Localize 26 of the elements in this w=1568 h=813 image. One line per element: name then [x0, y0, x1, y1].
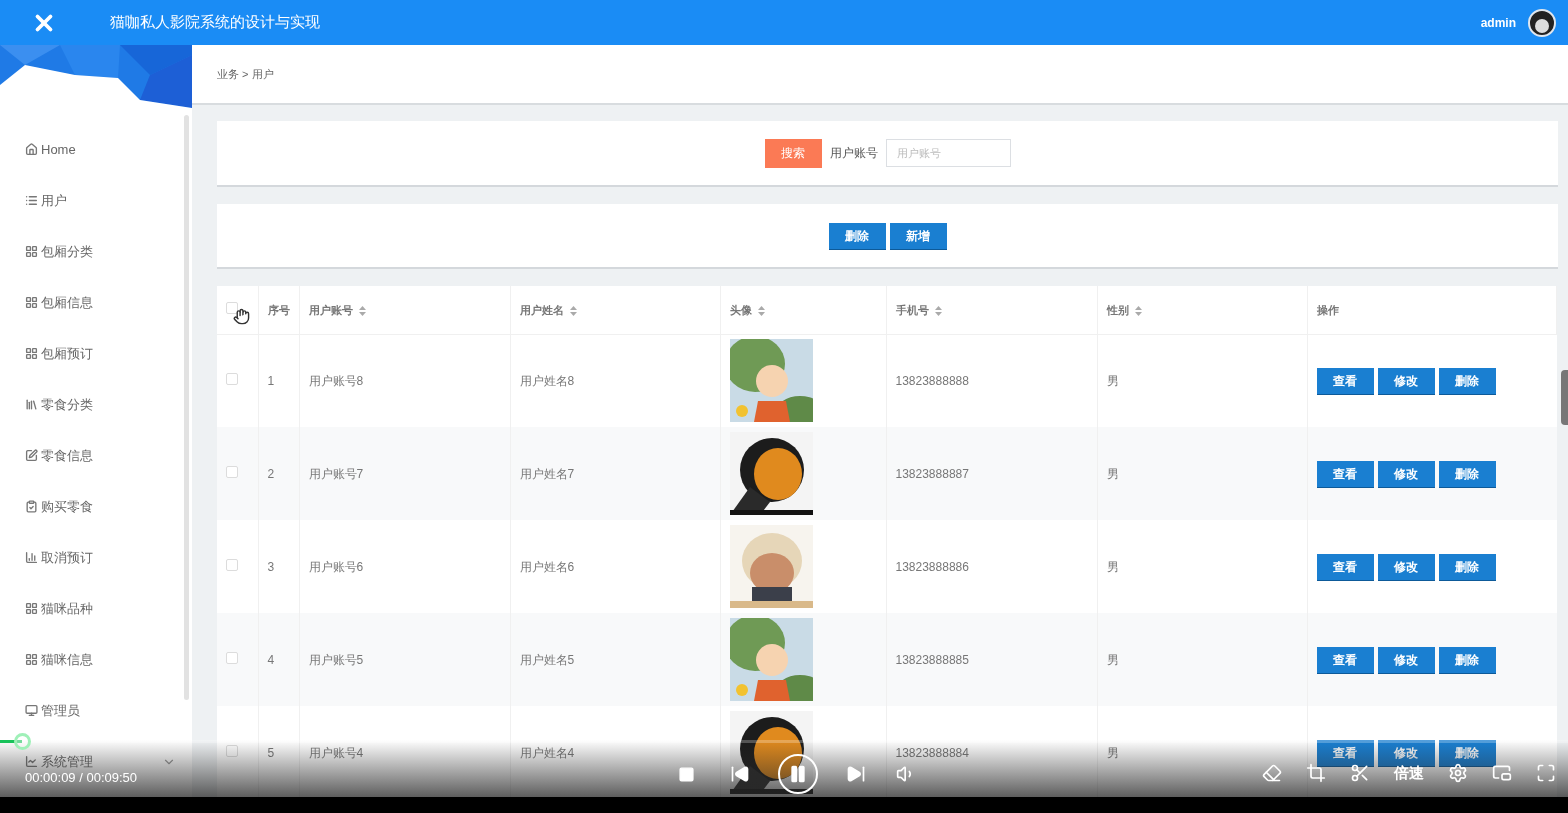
table-cell: 13823888886	[895, 559, 969, 574]
table-cell: 4	[267, 652, 275, 667]
table-cell: 用户账号6	[308, 559, 364, 574]
table-cell: 1	[267, 373, 275, 388]
table-cell: 用户账号5	[308, 652, 364, 667]
table-cell: 13823888888	[895, 373, 969, 388]
table-cell: 用户姓名6	[519, 559, 575, 574]
table-cell: 2	[267, 466, 275, 481]
table-cell: 用户姓名5	[519, 652, 575, 667]
table-cell: 13823888887	[895, 466, 969, 481]
table-cell: 13823888885	[895, 652, 969, 667]
table-cell: 用户姓名7	[519, 466, 575, 481]
table-cell: 用户姓名8	[519, 373, 575, 388]
app-title: 猫咖私人影院系统的设计与实现	[110, 12, 320, 33]
table-cell: 男	[1106, 652, 1119, 667]
table-cell: 男	[1106, 373, 1119, 388]
table-cell: 3	[267, 559, 275, 574]
field-label: 用户账号	[829, 145, 878, 162]
playback-time: 00:00:09 / 00:09:50	[25, 769, 138, 787]
column-header: 序号	[258, 286, 299, 334]
breadcrumb: 业务 > 用户	[217, 66, 274, 82]
table-cell: 男	[1106, 466, 1119, 481]
table-cell: 用户账号8	[308, 373, 364, 388]
table-cell: 男	[1106, 559, 1119, 574]
column-header: 操作	[1307, 286, 1557, 334]
table-cell: 用户账号7	[308, 466, 364, 481]
